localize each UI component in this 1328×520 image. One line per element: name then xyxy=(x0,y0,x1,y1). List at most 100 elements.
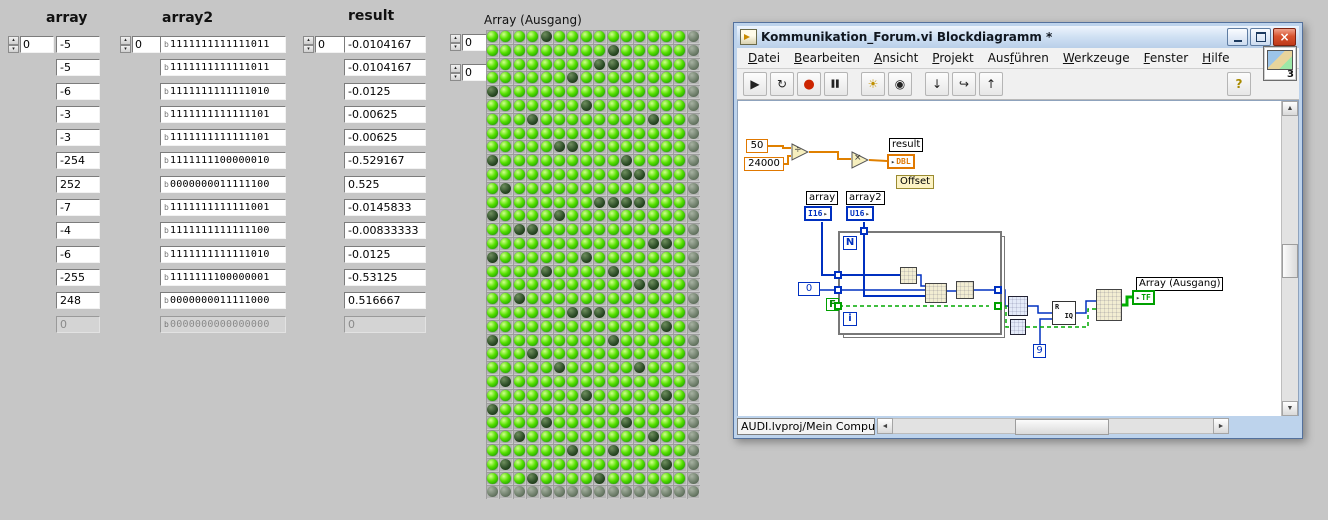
led-indicator[interactable] xyxy=(513,127,525,139)
decrement-icon[interactable]: ▾ xyxy=(450,72,461,81)
led-indicator[interactable] xyxy=(540,31,552,42)
increment-icon[interactable]: ▴ xyxy=(450,64,461,73)
led-indicator[interactable] xyxy=(594,210,606,222)
led-indicator[interactable] xyxy=(647,237,659,249)
led-indicator[interactable] xyxy=(607,306,619,318)
array2-element[interactable]: b1111111100000010 xyxy=(160,152,286,170)
led-indicator[interactable] xyxy=(487,155,498,167)
led-indicator[interactable] xyxy=(634,293,646,305)
array2-element[interactable]: b1111111111111101 xyxy=(160,105,286,123)
led-indicator[interactable] xyxy=(500,389,512,401)
led-indicator[interactable] xyxy=(553,72,565,84)
output-terminal-label[interactable]: Array (Ausgang) xyxy=(1136,277,1224,291)
led-indicator[interactable] xyxy=(540,44,552,56)
led-indicator[interactable] xyxy=(500,224,512,236)
led-indicator[interactable] xyxy=(540,403,552,415)
led-indicator[interactable] xyxy=(674,293,686,305)
led-indicator[interactable] xyxy=(687,458,699,470)
led-indicator[interactable] xyxy=(647,72,659,84)
led-indicator[interactable] xyxy=(634,306,646,318)
led-indicator[interactable] xyxy=(687,113,699,125)
led-indicator[interactable] xyxy=(687,196,699,208)
led-indicator[interactable] xyxy=(487,306,498,318)
led-indicator[interactable] xyxy=(634,31,646,42)
led-indicator[interactable] xyxy=(540,417,552,429)
led-indicator[interactable] xyxy=(607,279,619,291)
led-indicator[interactable] xyxy=(607,472,619,484)
led-indicator[interactable] xyxy=(687,306,699,318)
led-indicator[interactable] xyxy=(500,279,512,291)
led-indicator[interactable] xyxy=(594,265,606,277)
led-indicator[interactable] xyxy=(634,444,646,456)
output-terminal[interactable]: ▸ TF xyxy=(1132,290,1155,305)
led-indicator[interactable] xyxy=(634,127,646,139)
led-indicator[interactable] xyxy=(661,293,673,305)
led-indicator[interactable] xyxy=(634,58,646,70)
led-indicator[interactable] xyxy=(513,472,525,484)
led-indicator[interactable] xyxy=(553,86,565,98)
led-indicator[interactable] xyxy=(500,375,512,387)
led-indicator[interactable] xyxy=(553,293,565,305)
numeric-wire[interactable] xyxy=(784,155,791,165)
led-indicator[interactable] xyxy=(553,251,565,263)
loop-tunnel[interactable] xyxy=(994,302,1002,310)
led-indicator[interactable] xyxy=(513,141,525,153)
led-indicator[interactable] xyxy=(674,168,686,180)
led-indicator[interactable] xyxy=(513,58,525,70)
led-indicator[interactable] xyxy=(487,472,498,484)
led-indicator[interactable] xyxy=(647,58,659,70)
result-element[interactable]: 0.516667 xyxy=(344,292,426,310)
array-terminal-label[interactable]: array xyxy=(806,191,839,205)
led-indicator[interactable] xyxy=(527,458,539,470)
led-indicator[interactable] xyxy=(527,210,539,222)
led-indicator[interactable] xyxy=(487,293,498,305)
led-indicator[interactable] xyxy=(674,99,686,111)
menu-hilfe[interactable]: Hilfe xyxy=(1195,49,1236,67)
led-indicator[interactable] xyxy=(513,182,525,194)
led-indicator[interactable] xyxy=(594,431,606,443)
led-indicator[interactable] xyxy=(687,141,699,153)
result-terminal-label[interactable]: result xyxy=(889,138,924,152)
led-indicator[interactable] xyxy=(487,348,498,360)
led-indicator[interactable] xyxy=(540,458,552,470)
led-indicator[interactable] xyxy=(607,44,619,56)
led-indicator[interactable] xyxy=(487,210,498,222)
led-indicator[interactable] xyxy=(607,168,619,180)
led-indicator[interactable] xyxy=(620,86,632,98)
led-indicator[interactable] xyxy=(687,224,699,236)
led-indicator[interactable] xyxy=(607,141,619,153)
led-indicator[interactable] xyxy=(527,403,539,415)
led-indicator[interactable] xyxy=(513,306,525,318)
led-indicator[interactable] xyxy=(513,279,525,291)
led-indicator[interactable] xyxy=(647,293,659,305)
led-indicator[interactable] xyxy=(513,99,525,111)
led-indicator[interactable] xyxy=(540,168,552,180)
led-indicator[interactable] xyxy=(674,58,686,70)
led-indicator[interactable] xyxy=(620,72,632,84)
led-indicator[interactable] xyxy=(647,403,659,415)
led-indicator[interactable] xyxy=(687,58,699,70)
led-indicator[interactable] xyxy=(567,375,579,387)
led-indicator[interactable] xyxy=(580,168,592,180)
led-indicator[interactable] xyxy=(647,265,659,277)
led-indicator[interactable] xyxy=(513,224,525,236)
increment-icon[interactable]: ▴ xyxy=(120,36,131,45)
led-indicator[interactable] xyxy=(674,224,686,236)
result-element[interactable]: -0.0125 xyxy=(344,82,426,100)
led-indicator[interactable] xyxy=(661,403,673,415)
led-indicator[interactable] xyxy=(661,334,673,346)
led-indicator[interactable] xyxy=(527,279,539,291)
led-indicator[interactable] xyxy=(594,362,606,374)
led-indicator[interactable] xyxy=(620,251,632,263)
array2-element[interactable]: b0000000011111100 xyxy=(160,175,286,193)
led-indicator[interactable] xyxy=(500,86,512,98)
led-indicator[interactable] xyxy=(674,155,686,167)
led-indicator[interactable] xyxy=(487,113,498,125)
led-indicator[interactable] xyxy=(487,196,498,208)
led-indicator[interactable] xyxy=(567,141,579,153)
led-indicator[interactable] xyxy=(661,196,673,208)
led-indicator[interactable] xyxy=(687,334,699,346)
led-indicator[interactable] xyxy=(674,31,686,42)
led-indicator[interactable] xyxy=(594,417,606,429)
led-indicator[interactable] xyxy=(661,348,673,360)
